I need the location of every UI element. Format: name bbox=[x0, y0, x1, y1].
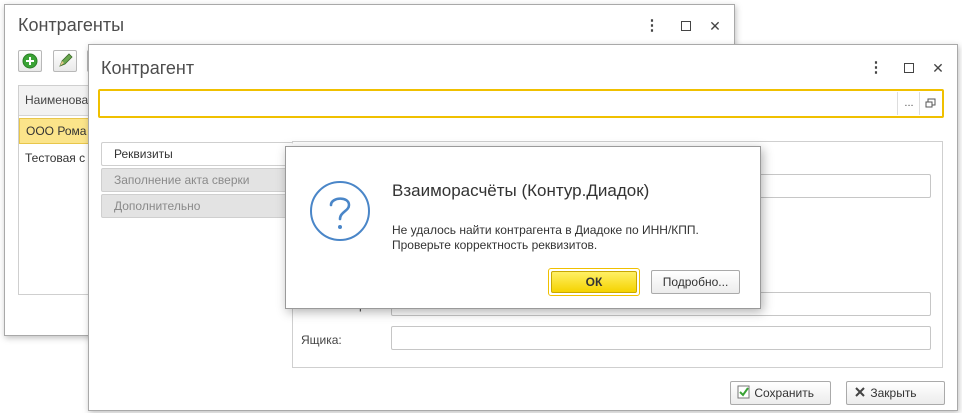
maximize-icon[interactable] bbox=[900, 59, 918, 77]
close-icon[interactable]: ✕ bbox=[929, 59, 947, 77]
details-button[interactable]: Подробно... bbox=[651, 270, 740, 294]
more-menu-icon[interactable]: ⋮ bbox=[643, 17, 661, 35]
maximize-icon[interactable] bbox=[677, 17, 695, 35]
mailbox-label: Ящика: bbox=[301, 333, 342, 347]
save-label: Сохранить bbox=[754, 386, 814, 400]
dialog-message-line1: Не удалось найти контрагента в Диадоке п… bbox=[392, 223, 699, 237]
save-button[interactable]: Сохранить bbox=[730, 381, 831, 405]
select-button[interactable]: ... bbox=[897, 92, 920, 115]
tab-requisites[interactable]: Реквизиты bbox=[101, 142, 293, 166]
close-icon[interactable]: ✕ bbox=[706, 17, 724, 35]
save-icon bbox=[737, 385, 750, 399]
plus-circle-icon bbox=[22, 53, 38, 69]
mailbox-field[interactable] bbox=[391, 326, 931, 350]
window-title: Контрагенты bbox=[18, 15, 125, 35]
table-row[interactable]: Тестовая с bbox=[19, 146, 89, 172]
dialog-title: Взаиморасчёты (Контур.Диадок) bbox=[392, 181, 650, 200]
dialog-message-line2: Проверьте корректность реквизитов. bbox=[392, 238, 598, 252]
add-button[interactable] bbox=[18, 50, 42, 72]
edit-button[interactable] bbox=[53, 50, 77, 72]
close-label: Закрыть bbox=[870, 386, 917, 400]
tab-additional[interactable]: Дополнительно bbox=[101, 194, 293, 218]
name-field[interactable]: ... bbox=[98, 89, 944, 118]
close-x-icon bbox=[855, 387, 865, 397]
ok-label: ОК bbox=[551, 271, 637, 293]
question-icon bbox=[310, 181, 370, 241]
window-title: Контрагент bbox=[101, 58, 195, 78]
tab-reconciliation[interactable]: Заполнение акта сверки bbox=[101, 168, 293, 192]
pencil-icon bbox=[59, 53, 73, 67]
counterparties-table: Наименова ООО Рома Тестовая с bbox=[18, 85, 90, 295]
column-header-name[interactable]: Наименова bbox=[19, 86, 89, 116]
more-menu-icon[interactable]: ⋮ bbox=[867, 59, 885, 77]
table-row[interactable]: ООО Рома bbox=[19, 118, 89, 144]
open-icon[interactable] bbox=[919, 92, 942, 115]
close-button[interactable]: Закрыть bbox=[846, 381, 945, 405]
message-dialog: Взаиморасчёты (Контур.Диадок) Не удалось… bbox=[285, 146, 761, 309]
ok-button[interactable]: ОК bbox=[548, 268, 640, 296]
